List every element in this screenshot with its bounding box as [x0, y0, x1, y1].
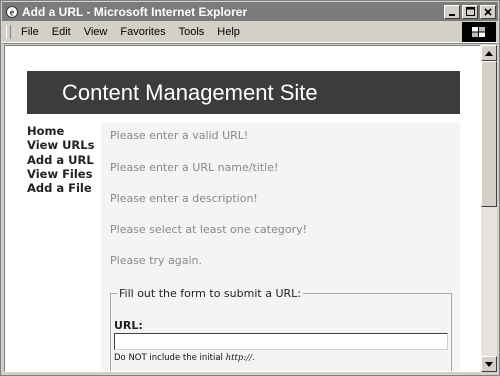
menu-file[interactable]: File: [15, 26, 45, 38]
arrow-up-icon: [485, 50, 493, 56]
page-viewport: Content Management Site Home View URLs A…: [4, 45, 481, 372]
toolbar-grip[interactable]: [6, 25, 11, 39]
vertical-scrollbar[interactable]: [481, 45, 497, 372]
menu-view[interactable]: View: [78, 26, 114, 38]
url-label: URL:: [114, 319, 143, 332]
form-legend: Fill out the form to submit a URL:: [117, 287, 303, 300]
menu-tools[interactable]: Tools: [173, 26, 211, 38]
title-bar[interactable]: e Add a URL - Microsoft Internet Explore…: [2, 2, 498, 21]
url-hint: Do NOT include the initial http://.: [114, 353, 255, 363]
error-url-title: Please enter a URL name/title!: [110, 161, 279, 174]
minimize-button[interactable]: [444, 4, 460, 19]
menu-help[interactable]: Help: [211, 26, 246, 38]
maximize-icon: [465, 7, 475, 16]
nav-link-home[interactable]: Home: [27, 124, 99, 138]
nav-link-add-file[interactable]: Add a File: [27, 181, 99, 195]
main-content: Please enter a valid URL! Please enter a…: [101, 123, 460, 371]
scroll-up-button[interactable]: [481, 45, 497, 61]
url-form-fieldset: Fill out the form to submit a URL: URL: …: [110, 287, 452, 371]
window-title: Add a URL - Microsoft Internet Explorer: [22, 4, 248, 19]
menu-favorites[interactable]: Favorites: [114, 26, 171, 38]
close-icon: [484, 7, 492, 16]
nav-link-add-url[interactable]: Add a URL: [27, 153, 99, 167]
menu-bar: File Edit View Favorites Tools Help: [2, 22, 498, 43]
url-hint-prefix: Do NOT include the initial: [114, 353, 226, 363]
nav-menu: Home View URLs Add a URL View Files Add …: [27, 124, 99, 195]
error-category: Please select at least one category!: [110, 223, 308, 236]
ie-logo-icon: e: [6, 5, 18, 18]
arrow-down-icon: [485, 361, 493, 367]
error-description: Please enter a description!: [110, 192, 258, 205]
close-button[interactable]: [480, 4, 496, 19]
error-invalid-url: Please enter a valid URL!: [110, 129, 249, 142]
browser-window: e Add a URL - Microsoft Internet Explore…: [0, 0, 500, 376]
svg-text:e: e: [10, 7, 15, 18]
minimize-icon: [449, 13, 455, 16]
error-try-again: Please try again.: [110, 254, 203, 267]
url-hint-code: http://: [225, 353, 252, 363]
url-hint-suffix: .: [251, 353, 255, 363]
site-header: Content Management Site: [27, 71, 460, 114]
url-input[interactable]: [114, 333, 448, 350]
nav-link-view-files[interactable]: View Files: [27, 167, 99, 181]
maximize-button[interactable]: [462, 4, 478, 19]
site-title: Content Management Site: [62, 79, 318, 105]
scroll-down-button[interactable]: [481, 356, 497, 372]
menu-edit[interactable]: Edit: [46, 26, 77, 38]
windows-logo-icon: [462, 22, 496, 42]
nav-link-view-urls[interactable]: View URLs: [27, 138, 99, 152]
scroll-thumb[interactable]: [481, 61, 497, 207]
